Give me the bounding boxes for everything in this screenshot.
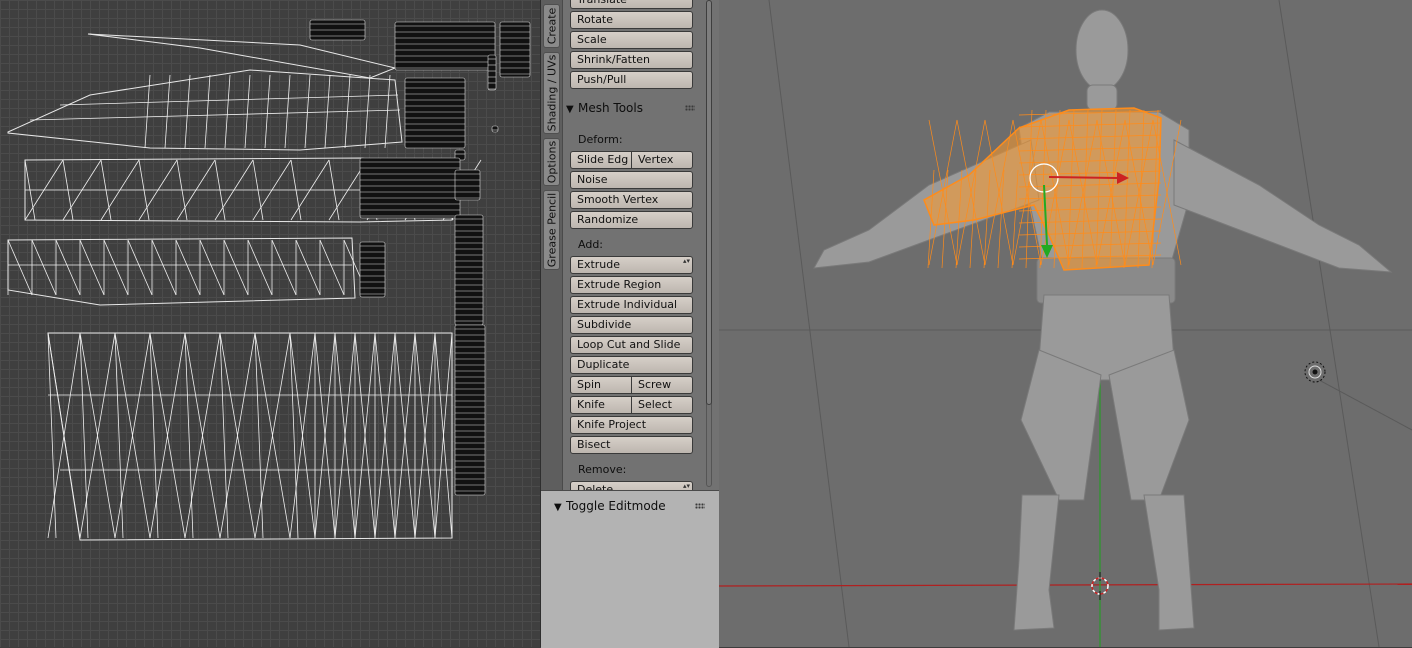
mesh-tools-title: Mesh Tools: [578, 101, 643, 115]
uv-layout[interactable]: [0, 0, 540, 647]
delete-dropdown[interactable]: Delete: [570, 481, 693, 490]
push-pull-button[interactable]: Push/Pull: [570, 71, 693, 89]
extrude-dropdown[interactable]: Extrude: [570, 256, 693, 274]
uv-island-sleeve: [7, 69, 403, 151]
tab-grease-pencil[interactable]: Grease Pencil: [543, 190, 560, 270]
subdivide-button[interactable]: Subdivide: [570, 316, 693, 334]
tool-shelf-scrollbar[interactable]: [703, 0, 713, 490]
tab-shading-uvs[interactable]: Shading / UVs: [543, 52, 560, 134]
drag-grip-icon[interactable]: [685, 105, 695, 111]
noise-button[interactable]: Noise: [570, 171, 693, 189]
vertex-slide-button[interactable]: Vertex: [631, 151, 693, 169]
tab-options[interactable]: Options: [543, 138, 560, 186]
spin-button[interactable]: Spin: [570, 376, 632, 394]
extrude-region-button[interactable]: Extrude Region: [570, 276, 693, 294]
operator-panel: ▼ Toggle Editmode: [541, 490, 719, 648]
scale-button[interactable]: Scale: [570, 31, 693, 49]
3d-viewport[interactable]: [719, 0, 1412, 647]
operator-panel-header[interactable]: ▼ Toggle Editmode: [551, 496, 711, 516]
screw-button[interactable]: Screw: [631, 376, 693, 394]
tool-panels: Translate Rotate Scale Shrink/Fatten Pus…: [563, 0, 701, 490]
randomize-button[interactable]: Randomize: [570, 211, 693, 229]
rotate-button[interactable]: Rotate: [570, 11, 693, 29]
knife-project-button[interactable]: Knife Project: [570, 416, 693, 434]
viewport-scene[interactable]: [719, 0, 1412, 647]
drag-grip-icon[interactable]: [695, 503, 705, 509]
collapse-triangle-icon: ▼: [554, 502, 562, 513]
bisect-button[interactable]: Bisect: [570, 436, 693, 454]
tool-shelf: Create Shading / UVs Options Grease Penc…: [540, 0, 720, 648]
duplicate-button[interactable]: Duplicate: [570, 356, 693, 374]
extrude-individual-button[interactable]: Extrude Individual: [570, 296, 693, 314]
tab-shading-uvs-label: Shading / UVs: [545, 54, 558, 132]
scrollbar-thumb[interactable]: [706, 0, 712, 405]
remove-label: Remove:: [578, 463, 627, 476]
shrink-fatten-button[interactable]: Shrink/Fatten: [570, 51, 693, 69]
smooth-vertex-button[interactable]: Smooth Vertex: [570, 191, 693, 209]
tab-create-label: Create: [545, 7, 558, 45]
translate-button[interactable]: Translate: [570, 0, 693, 9]
lamp-icon[interactable]: [1304, 361, 1326, 383]
add-label: Add:: [578, 238, 604, 251]
uv-island-leg: [7, 237, 356, 306]
x-axis-line: [719, 583, 1412, 587]
slide-edge-button[interactable]: Slide Edg: [570, 151, 632, 169]
knife-button[interactable]: Knife: [570, 396, 632, 414]
deform-label: Deform:: [578, 133, 623, 146]
loop-cut-button[interactable]: Loop Cut and Slide: [570, 336, 693, 354]
tab-grease-pencil-label: Grease Pencil: [545, 192, 558, 268]
character-mesh[interactable]: [813, 9, 1393, 631]
tab-create[interactable]: Create: [543, 4, 560, 48]
uv-editor[interactable]: [0, 0, 540, 647]
collapse-triangle-icon: ▼: [566, 104, 574, 115]
operator-panel-title: Toggle Editmode: [566, 499, 666, 513]
knife-select-button[interactable]: Select: [631, 396, 693, 414]
mesh-tools-header[interactable]: ▼ Mesh Tools: [563, 98, 701, 118]
tab-options-label: Options: [545, 140, 558, 184]
